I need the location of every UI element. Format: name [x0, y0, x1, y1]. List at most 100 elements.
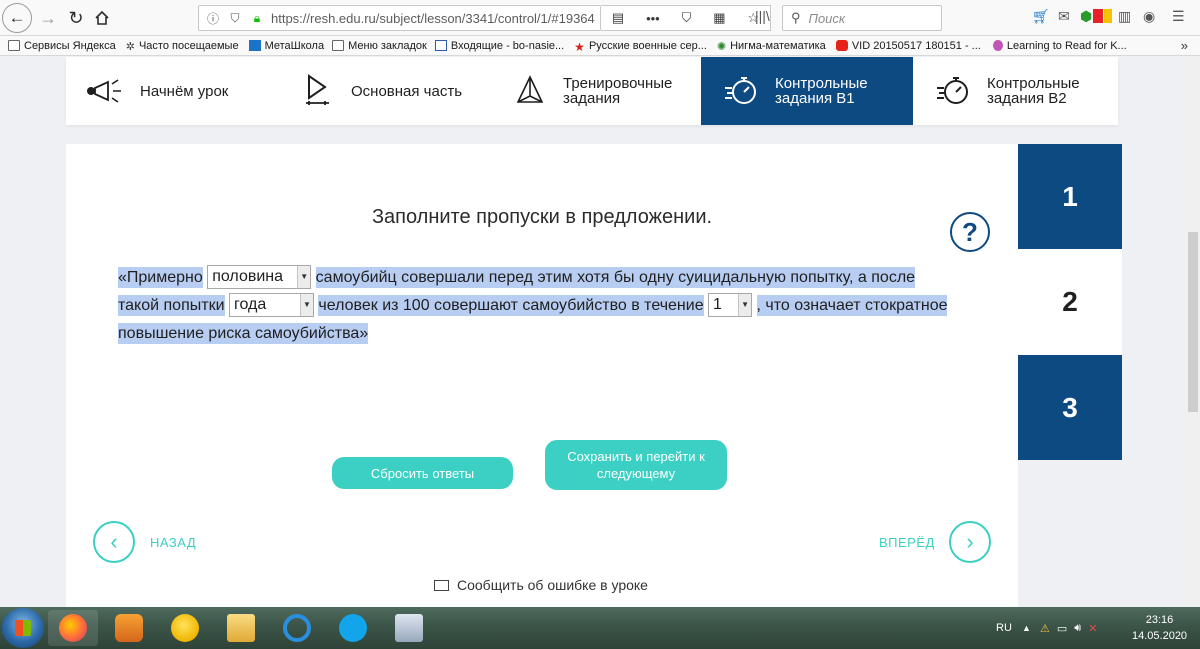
sidebar-icon[interactable]: ▥: [1118, 8, 1131, 25]
extension-icon[interactable]: ⬢: [1080, 8, 1092, 25]
prev-label[interactable]: НАЗАД: [150, 535, 196, 550]
address-bar[interactable]: ⓘ ⛉ 🔒︎ https://resh.edu.ru/subject/lesso…: [198, 5, 601, 31]
back-button[interactable]: ←: [2, 3, 32, 33]
flag-icon[interactable]: [1093, 9, 1103, 23]
qr-icon[interactable]: ▦: [713, 10, 725, 26]
task-title: Заполните пропуски в предложении.: [371, 206, 713, 228]
taskbar-file-explorer[interactable]: [216, 610, 266, 646]
nav-item-control-b1[interactable]: Контрольные задания В1: [701, 57, 913, 125]
pocket-icon[interactable]: ⛉: [682, 10, 692, 26]
start-button[interactable]: [2, 608, 44, 648]
smiley-pro-icon: [171, 614, 199, 642]
answer-select-3[interactable]: 1 ▼: [708, 292, 753, 317]
bookmark-item[interactable]: МетаШкола: [248, 40, 324, 52]
browser-toolbar: ← → ↻ ⓘ ⛉ 🔒︎ https://resh.edu.ru/subject…: [0, 0, 1200, 36]
forward-button[interactable]: →: [34, 4, 62, 32]
menu-icon[interactable]: ☰: [1172, 8, 1185, 25]
taskbar-media-player[interactable]: [104, 610, 154, 646]
task-tab-1[interactable]: 1: [1018, 144, 1122, 249]
taskbar-clock[interactable]: 23:16 14.05.2020: [1132, 612, 1187, 644]
nav-item-control-b2[interactable]: Контрольные задания В2: [913, 57, 1118, 125]
help-icon[interactable]: ?: [950, 212, 990, 252]
home-button[interactable]: [88, 4, 116, 32]
library-icon[interactable]: |||\: [755, 8, 770, 24]
megaphone-icon: [86, 73, 128, 109]
language-indicator[interactable]: RU: [996, 607, 1012, 649]
account-icon[interactable]: ◉: [1143, 8, 1155, 25]
bookmarks-more-button[interactable]: »: [1181, 38, 1188, 53]
bulb-icon: [992, 40, 1003, 51]
network-icon[interactable]: ✕: [1088, 622, 1097, 635]
task-tab-2[interactable]: 2: [1018, 249, 1122, 355]
folder-icon: [332, 40, 345, 51]
search-icon: ⚲: [791, 10, 801, 25]
pyramid-icon: [509, 73, 551, 109]
chevron-left-icon: ‹: [110, 529, 118, 554]
next-label[interactable]: ВПЕРЁД: [879, 535, 935, 550]
skype-icon: [339, 614, 367, 642]
nav-item-start-lesson[interactable]: Начнём урок: [66, 57, 277, 125]
save-next-button[interactable]: Сохранить и перейти к следующему: [545, 440, 727, 490]
stopwatch-icon: [721, 73, 763, 109]
taskbar-firefox[interactable]: [48, 610, 98, 646]
search-input[interactable]: ⚲ Поиск: [782, 5, 942, 31]
chevron-down-icon: ▼: [299, 293, 313, 316]
bookmark-item[interactable]: ✺ Нигма-математика: [717, 40, 826, 54]
tray-expand-icon[interactable]: ▲: [1022, 607, 1031, 649]
windows-taskbar: RU ▲ ⚠ ▭ 🔊︎ ✕ 23:16 14.05.2020: [0, 607, 1200, 649]
reset-answers-button[interactable]: Сбросить ответы: [332, 457, 513, 489]
arrow-left-icon: ←: [8, 8, 26, 27]
scrollbar-thumb[interactable]: [1188, 232, 1198, 412]
taskbar-calculator[interactable]: [384, 610, 434, 646]
sentence-part: «Примерно: [118, 267, 203, 288]
task-tab-3[interactable]: 3: [1018, 355, 1122, 460]
red-star-icon: ★: [574, 40, 585, 54]
arrow-right-icon: →: [39, 7, 57, 28]
monitor-icon[interactable]: ▭: [1057, 622, 1067, 635]
gear-icon: ✲: [125, 41, 135, 53]
nav-item-training-tasks[interactable]: Тренировочные задания: [489, 57, 701, 125]
answer-select-1[interactable]: половина ▼: [207, 264, 312, 289]
reload-button[interactable]: ↻: [62, 4, 90, 32]
url-actions: ▤ ••• ⛉ ▦ ☆: [601, 5, 771, 31]
reload-icon: ↻: [68, 7, 84, 28]
flag-yellow-icon[interactable]: [1104, 9, 1112, 23]
shield-icon[interactable]: ⛉: [227, 10, 243, 26]
bookmark-item[interactable]: Learning to Read for K...: [992, 40, 1127, 52]
page-scrollbar[interactable]: [1186, 57, 1200, 607]
bookmark-item[interactable]: Входящие - bo-nasie...: [434, 40, 564, 52]
answer-select-2[interactable]: года ▼: [228, 292, 314, 317]
taskbar-internet-explorer[interactable]: [272, 610, 322, 646]
info-icon[interactable]: ⓘ: [205, 10, 221, 26]
firefox-icon: [59, 614, 87, 642]
reader-view-icon[interactable]: ▤: [612, 10, 624, 26]
taskbar-smiley-pro[interactable]: [160, 610, 210, 646]
bookmark-item[interactable]: Сервисы Яндекса: [8, 40, 116, 52]
next-button[interactable]: ›: [949, 521, 991, 563]
page-actions-icon[interactable]: •••: [646, 11, 660, 26]
metaschool-icon: [248, 40, 261, 51]
report-error-link[interactable]: Сообщить об ошибке в уроке: [434, 577, 648, 593]
url-text[interactable]: https://resh.edu.ru/subject/lesson/3341/…: [271, 11, 595, 26]
chevron-down-icon: ▼: [297, 265, 311, 288]
task-card: Заполните пропуски в предложении. ? «При…: [66, 144, 1018, 607]
sentence-part: человек из 100 совершают самоубийство в …: [318, 295, 704, 316]
chevron-down-icon: ▼: [738, 293, 752, 316]
prev-button[interactable]: ‹: [93, 521, 135, 563]
bookmark-item[interactable]: ✲ Часто посещаемые: [125, 40, 239, 54]
stopwatch-icon: [933, 73, 975, 109]
play-icon: [297, 73, 339, 109]
volume-icon[interactable]: 🔊︎: [1074, 622, 1081, 635]
cart-icon[interactable]: 🛒︎: [1032, 8, 1050, 25]
bookmark-item[interactable]: VID 20150517 180151 - ...: [835, 40, 981, 52]
lock-icon: 🔒︎: [253, 10, 261, 25]
page-content: Начнём урок Основная часть Тренировочные…: [0, 57, 1200, 607]
network-warning-icon[interactable]: ⚠: [1040, 622, 1050, 635]
nav-item-main-part[interactable]: Основная часть: [277, 57, 489, 125]
taskbar-skype[interactable]: [328, 610, 378, 646]
bookmarks-toolbar: Сервисы Яндекса ✲ Часто посещаемые МетаШк…: [0, 36, 1200, 56]
bookmark-item[interactable]: ★ Русские военные сер...: [574, 40, 707, 55]
mail-icon[interactable]: ✉: [1058, 8, 1070, 25]
mail-icon: [434, 40, 447, 51]
bookmark-item[interactable]: Меню закладок: [332, 40, 427, 52]
